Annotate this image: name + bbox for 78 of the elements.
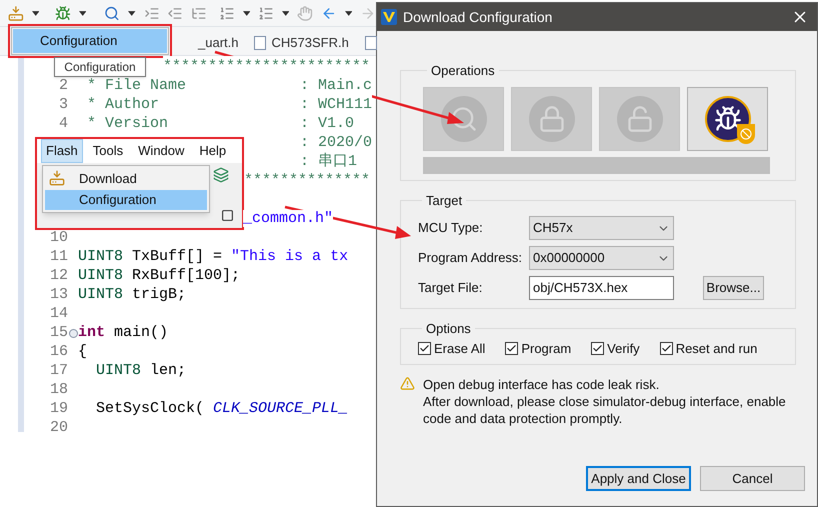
line-number: 12 [50,266,68,286]
fold-toggle-icon[interactable] [68,329,78,338]
maximize-icon[interactable] [221,209,234,222]
warning-text: After download, please close simulator-debug interface, enable code and data protection promptly. [423,393,787,427]
editor-tab[interactable]: _uart.h [198,33,238,53]
dropdown-caret-icon[interactable] [78,10,86,16]
checkbox[interactable] [418,342,431,355]
tooltip: Configuration [54,57,146,77]
dropdown-caret-icon[interactable] [32,10,40,16]
select-field[interactable]: 0x00000000 [529,246,674,270]
code-line: UINT8 len; [95,361,186,382]
checkbox-label: Erase All [434,340,486,358]
checkbox-label: Program [521,340,572,358]
checkbox-label: Verify [607,340,640,358]
code-line: * Author [86,96,160,114]
editor-tab[interactable]: CH573SFR.h [271,33,349,53]
menu-item[interactable]: Configuration [45,190,207,210]
dropdown-caret-icon[interactable] [242,10,250,16]
line-number: 3 [58,95,68,116]
dropdown-caret-icon[interactable] [128,10,136,16]
checkbox[interactable] [591,342,604,355]
group-title: Options [425,320,472,338]
dropdown-caret-icon[interactable] [344,10,352,16]
code-line: SetSysClock( CLK_SOURCE_PLL_ [95,399,348,420]
download-icon [49,170,65,186]
select-field[interactable]: CH57x [529,216,674,240]
line-number: 17 [50,361,68,382]
browse-button[interactable]: Browse... [703,276,764,300]
dialog-button[interactable]: Cancel [700,466,805,491]
line-number: 15 [50,323,68,344]
input-field[interactable]: obj/CH573X.hex [529,276,674,300]
c-file-icon [254,36,266,50]
menu-bar-item[interactable]: Tools [88,139,128,163]
list-icon[interactable] [258,4,274,22]
line-number: 13 [50,285,68,306]
line-number: 11 [50,247,68,268]
field-label: Target File: [418,279,484,298]
code-line: * File Name [86,77,186,94]
download-icon[interactable] [8,4,24,22]
line-number: 20 [50,418,68,438]
dropdown-caret-icon[interactable] [282,10,290,16]
code-line: UINT8 RxBuff[100]; [78,266,240,286]
group-title: Operations [430,62,496,80]
menu-item[interactable]: Download [45,168,207,188]
code-line: int main() [78,323,168,344]
dialog-button[interactable]: Apply and Close [586,466,691,491]
field-label: Program Address: [418,249,524,268]
code-line: * Version [86,115,168,132]
line-number: 16 [50,342,68,362]
line-number: 18 [50,380,68,400]
bug-icon[interactable] [55,4,71,22]
line-number: 4 [58,114,68,134]
line-number: 19 [50,399,68,420]
list-icon[interactable] [218,4,235,22]
stack-icon[interactable] [213,167,229,183]
group-title: Target [425,192,464,210]
window-title: Download Configuration [403,8,554,27]
code-line: UINT8 TxBuff[] = "This is a tx [78,247,348,268]
code-line: UINT8 trigB; [78,285,186,306]
app-logo-icon [381,9,397,25]
warning-text: Open debug interface has code leak risk. [423,376,660,393]
menu-bar-item[interactable]: Help [194,139,232,163]
line-number: 10 [50,228,68,248]
menu-bar-item[interactable]: Window [133,139,190,163]
menu-item[interactable]: Configuration [13,29,167,53]
operation-button[interactable] [687,86,768,150]
menu-bar-item[interactable]: Flash [41,139,83,163]
checkbox[interactable] [505,342,518,355]
search-icon[interactable] [104,4,120,22]
checkbox[interactable] [660,342,673,355]
code-line: : 2020/0 [300,134,372,152]
line-number: 14 [50,304,68,324]
code-line: : 串口1 [300,153,358,170]
checkbox-label: Reset and run [676,340,758,358]
warning-icon [400,376,415,391]
line-number: 2 [58,76,68,96]
field-label: MCU Type: [418,219,484,238]
code-line: { [78,342,88,362]
